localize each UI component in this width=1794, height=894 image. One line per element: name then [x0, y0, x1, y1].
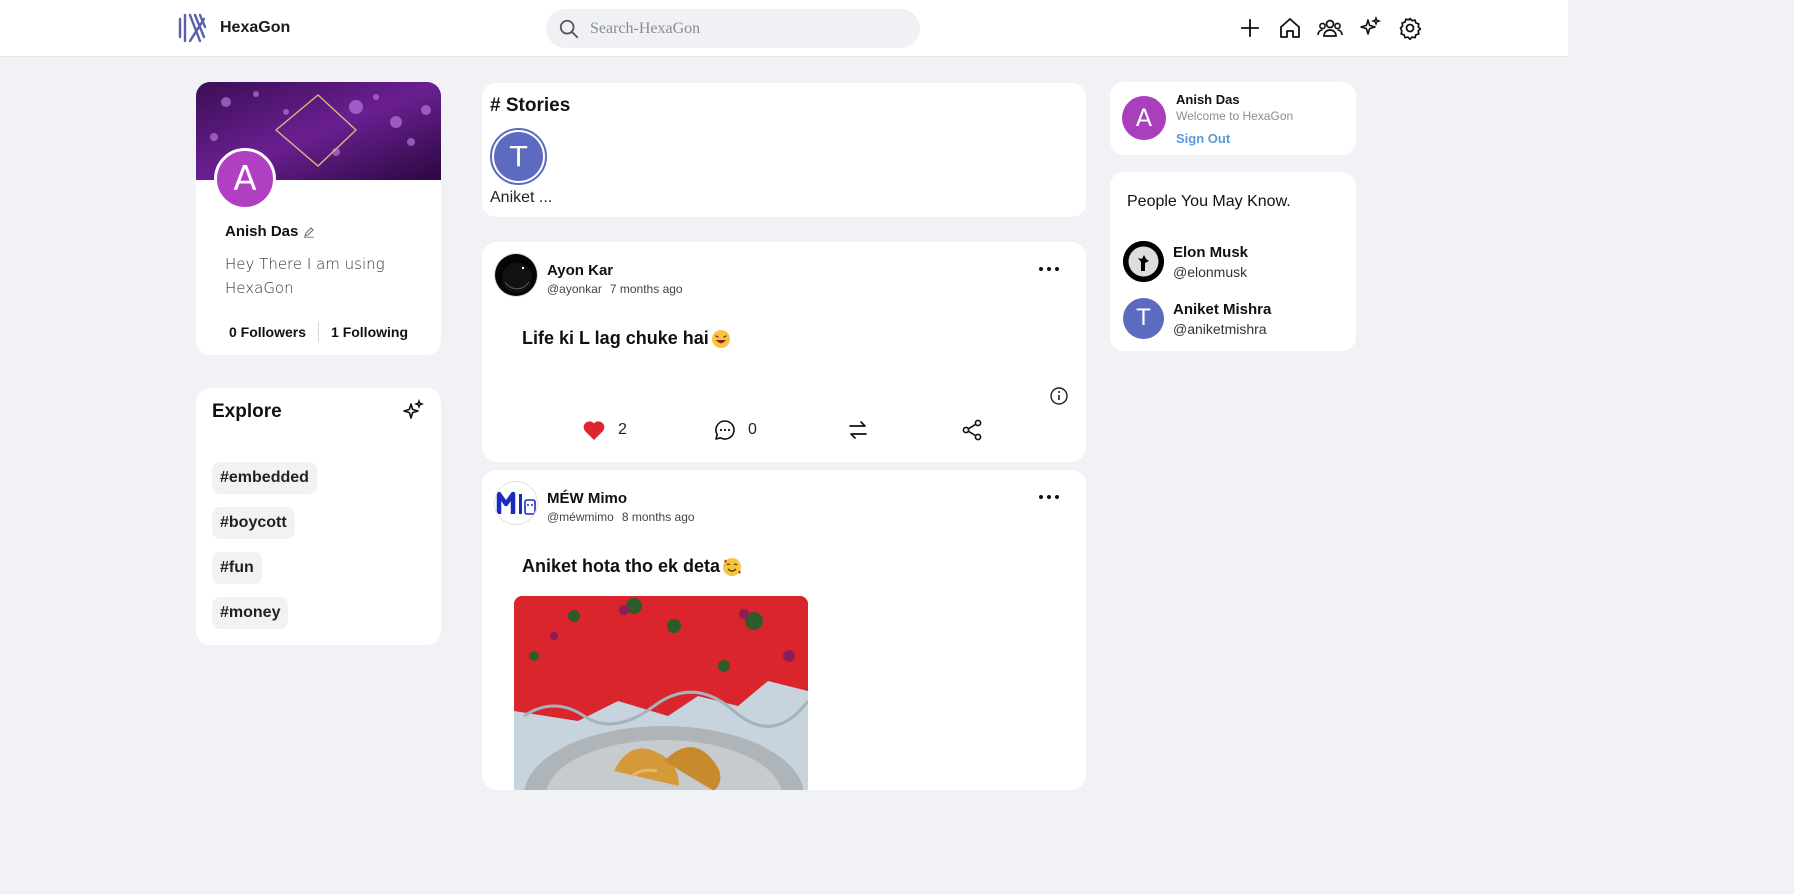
- explore-tag[interactable]: #money: [212, 597, 289, 629]
- post-meta: @méwmimo 8 months ago: [547, 510, 695, 524]
- repost-button[interactable]: [846, 419, 960, 441]
- explore-tag[interactable]: #embedded: [212, 462, 317, 494]
- share-button[interactable]: [960, 418, 984, 442]
- person-avatar: [1123, 241, 1164, 282]
- brand-name: HexaGon: [220, 19, 291, 36]
- sparkles-icon[interactable]: [401, 399, 425, 423]
- post-actions: 2 0: [582, 418, 984, 442]
- post-author-avatar[interactable]: [494, 253, 538, 297]
- like-button[interactable]: 2: [582, 419, 714, 441]
- people-you-may-know-card: People You May Know. Elon Musk @elonmusk…: [1110, 172, 1356, 351]
- post-text-row: Life ki L lag chuke hai: [522, 328, 731, 349]
- friends-icon[interactable]: [1317, 15, 1343, 41]
- more-options-icon[interactable]: [1038, 493, 1060, 501]
- brand[interactable]: HexaGon: [176, 11, 290, 45]
- hexagon-logo-icon: [178, 13, 207, 43]
- person-avatar: T: [1123, 298, 1164, 339]
- post-text-row: Aniket hota tho ek deta: [522, 556, 742, 577]
- smiling-hearts-emoji-icon: [723, 557, 742, 576]
- explore-title: Explore: [212, 401, 282, 422]
- info-icon[interactable]: [1049, 386, 1069, 406]
- sign-out-link[interactable]: Sign Out: [1176, 131, 1230, 146]
- story-item[interactable]: T: [490, 128, 547, 185]
- comment-button[interactable]: 0: [714, 419, 846, 441]
- suggested-person[interactable]: T Aniket Mishra @aniketmishra: [1123, 298, 1271, 339]
- edit-icon[interactable]: [303, 226, 315, 238]
- person-handle: @elonmusk: [1173, 263, 1248, 280]
- search-bar[interactable]: [546, 9, 920, 48]
- person-name: Aniket Mishra: [1173, 300, 1272, 318]
- current-user-card: A Anish Das Welcome to HexaGon Sign Out: [1110, 82, 1356, 155]
- post-time: 8 months ago: [621, 510, 695, 524]
- following-count[interactable]: 1 Following: [331, 324, 408, 340]
- post-meta: @ayonkar 7 months ago: [547, 282, 683, 296]
- profile-card: [196, 82, 441, 355]
- sparkles-icon[interactable]: [1357, 15, 1383, 41]
- current-user-name: Anish Das: [1176, 92, 1240, 107]
- suggested-person[interactable]: Elon Musk @elonmusk: [1123, 241, 1248, 282]
- person-info: Aniket Mishra @aniketmishra: [1173, 301, 1271, 337]
- explore-card: Explore #embedded #boycott #fun #money: [196, 388, 441, 645]
- story-name: Aniket ...: [490, 189, 553, 206]
- stories-card: # Stories T Aniket ...: [482, 83, 1086, 217]
- comment-count: 0: [748, 421, 757, 438]
- post-time: 7 months ago: [609, 282, 683, 296]
- story-avatar: T: [494, 132, 543, 181]
- home-icon[interactable]: [1277, 15, 1303, 41]
- more-options-icon[interactable]: [1038, 265, 1060, 273]
- share-icon: [962, 419, 982, 441]
- post-image[interactable]: [514, 596, 808, 790]
- person-handle: @aniketmishra: [1173, 320, 1267, 337]
- post-author-avatar[interactable]: [494, 481, 538, 525]
- profile-bio: Hey There I am using HexaGon: [225, 255, 385, 297]
- plus-icon[interactable]: [1237, 15, 1263, 41]
- explore-tag[interactable]: #boycott: [212, 507, 295, 539]
- post-text: Life ki L lag chuke hai: [522, 328, 709, 348]
- search-icon: [559, 19, 579, 38]
- top-icon-bar: [1237, 15, 1423, 41]
- post-author-name[interactable]: Ayon Kar: [547, 262, 613, 279]
- search-input[interactable]: [590, 19, 890, 38]
- welcome-text: Welcome to HexaGon: [1176, 109, 1294, 123]
- post-card: MÉW Mimo @méwmimo 8 months ago Aniket ho…: [482, 470, 1086, 790]
- current-user-avatar[interactable]: A: [1122, 96, 1166, 140]
- people-title: People You May Know.: [1127, 193, 1291, 210]
- like-count: 2: [618, 421, 627, 438]
- follow-stats: 0 Followers 1 Following: [196, 322, 441, 342]
- profile-name-row: Anish Das: [225, 223, 315, 240]
- explore-tag[interactable]: #fun: [212, 552, 262, 584]
- post-card: Ayon Kar @ayonkar 7 months ago Life ki L…: [482, 242, 1086, 462]
- person-name: Elon Musk: [1173, 243, 1249, 261]
- post-text: Aniket hota tho ek deta: [522, 556, 721, 576]
- followers-count[interactable]: 0 Followers: [229, 324, 306, 340]
- profile-name: Anish Das: [225, 223, 299, 240]
- post-author-name[interactable]: MÉW Mimo: [547, 490, 627, 507]
- post-handle: @ayonkar: [547, 282, 602, 296]
- comment-icon: [715, 420, 735, 440]
- divider: [318, 322, 320, 342]
- laughing-emoji-icon: [711, 329, 730, 348]
- heart-icon: [583, 421, 605, 440]
- repost-icon: [849, 421, 867, 439]
- post-handle: @méwmimo: [547, 510, 614, 524]
- top-navbar: HexaGon: [0, 0, 1568, 57]
- person-info: Elon Musk @elonmusk: [1173, 244, 1248, 280]
- settings-icon[interactable]: [1397, 15, 1423, 41]
- stories-title: # Stories: [490, 95, 571, 116]
- profile-avatar[interactable]: A: [214, 148, 276, 210]
